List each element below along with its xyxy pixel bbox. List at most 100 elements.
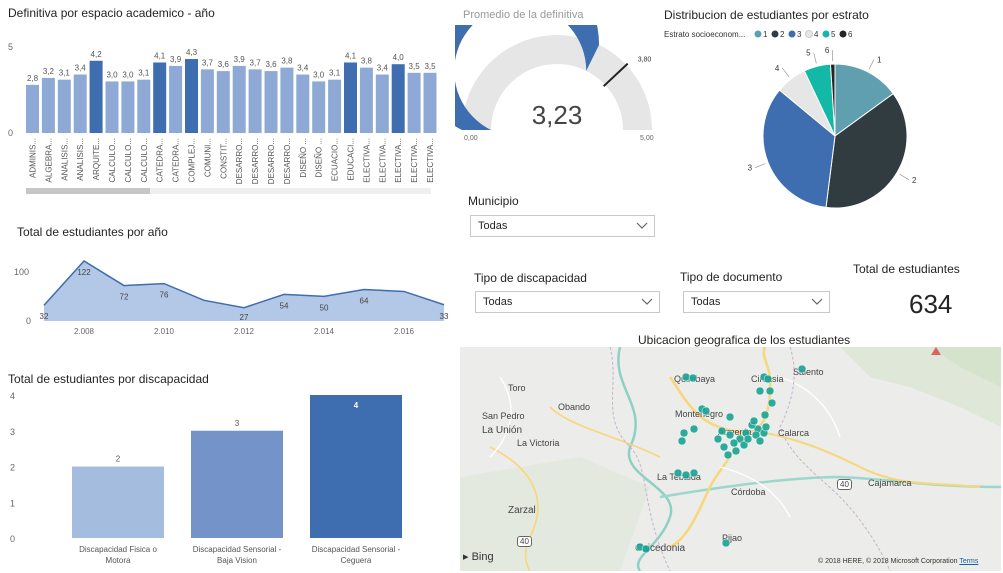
bar-value-label: 3,0 (313, 70, 325, 79)
x-tick-label: DESARRO... (283, 138, 292, 184)
bar-value-label: 3,5 (424, 62, 436, 71)
bar-chart[interactable]: 0 5 2,8 ADMINIS... 3,2 ALGEBRA... 3,1 ANALISIS.… (0, 20, 452, 200)
pie-leader-line (899, 173, 910, 181)
bar-value-label: 3,1 (138, 69, 150, 78)
bar (73, 74, 87, 133)
gauge-min-label: 0,00 (464, 135, 478, 142)
bar-value-label: 4,1 (345, 51, 357, 60)
bar-value-label: 3,1 (329, 69, 341, 78)
bar-value-label: 3,7 (250, 58, 262, 67)
bing-brand: Bing (471, 551, 494, 563)
map-point (760, 410, 770, 420)
x-tick-label: CALCULO... (124, 138, 133, 182)
map-point (797, 364, 807, 374)
area-chart[interactable]: 100 0 32 122 72 76 27 54 50 64 33 2.008 2.010 2.012 2.… (0, 245, 455, 345)
terms-link[interactable]: Terms (959, 558, 978, 565)
x-tick-label: 2.010 (154, 327, 175, 336)
discapacidad-slicer-label: Tipo de discapacidad (474, 271, 587, 285)
map-attribution: © 2018 HERE, © 2018 Microsoft Corporatio… (818, 558, 978, 565)
gauge-title: Promedio de la definitiva (463, 9, 584, 21)
bar-value-label: 3,8 (361, 57, 373, 66)
x-tick-label: 2.008 (74, 327, 95, 336)
pie-chart[interactable]: Estrato socioeconom... 1 2 3 4 5 612345 6 (660, 25, 1000, 215)
bar (375, 74, 389, 133)
x-tick-label: Discapacidad Sensorial - (312, 545, 401, 554)
y-tick-label: 0 (8, 128, 13, 138)
gauge-value: 3,23 (532, 100, 583, 130)
x-tick-label: ELECTIVA... (410, 138, 419, 183)
x-tick-label: ELECTIVA... (362, 138, 371, 183)
bar-value-label: 3,6 (265, 60, 277, 69)
x-tick-label: CALCULO... (108, 138, 117, 182)
x-tick-label: ARQUITE... (92, 138, 101, 180)
x-tick-label: DESARRO... (235, 138, 244, 184)
bar (137, 79, 151, 133)
bar-value-label: 4,2 (91, 50, 103, 59)
bar (57, 79, 71, 133)
disability-chart[interactable]: 0 1 2 3 4 2 Discapacidad Fisica o Motora 3 Discap… (0, 385, 455, 573)
gauge-chart[interactable]: 3,80 3,23 0,00 5,00 (455, 25, 660, 150)
bar-value-label: 3,8 (281, 57, 293, 66)
map-points (635, 364, 807, 554)
pie-leader-line (754, 163, 766, 168)
map-point (717, 426, 727, 436)
map-point (673, 468, 683, 478)
scrollbar-thumb (26, 188, 150, 194)
y-tick-label: 0 (10, 534, 15, 544)
map-point (679, 428, 689, 438)
disability-chart-title: Total de estudiantes por discapacidad (8, 372, 209, 386)
bar-value-label: 2,8 (27, 74, 39, 83)
pie-legend-swatch (788, 30, 796, 38)
municipio-slicer-label: Municipio (468, 194, 519, 208)
pie-legend-label: 1 (763, 30, 768, 39)
map-point (731, 446, 741, 456)
x-tick-label: ELECTIVA... (378, 138, 387, 183)
map-point (701, 406, 711, 416)
map-point (688, 373, 698, 383)
map-point (689, 424, 699, 434)
area-chart-title: Total de estudiantes por año (17, 225, 168, 239)
bar-value-label: 3,1 (59, 69, 71, 78)
x-tick-label: ANALISIS... (60, 138, 69, 181)
bar (26, 84, 39, 133)
bar (89, 60, 103, 134)
documento-dropdown[interactable]: Todas (683, 291, 830, 313)
bar-value-label: 3,2 (43, 67, 55, 76)
bar-value-label: 3,4 (297, 64, 309, 73)
x-tick-label: CONSTIT... (219, 138, 228, 179)
chevron-down-icon (641, 298, 653, 305)
gauge-max-label: 5,00 (640, 135, 654, 142)
municipio-dropdown[interactable]: Todas (470, 215, 655, 237)
map[interactable]: Quimbaya Circasia Salento Toro Obando Sa… (460, 347, 1001, 571)
bar-value-label: 3,5 (409, 62, 421, 71)
x-tick-label: CATEDRA... (172, 138, 181, 182)
bar-value-label: 3,4 (377, 64, 389, 73)
bar (105, 81, 119, 133)
map-point (743, 434, 753, 444)
map-point (713, 434, 723, 444)
discapacidad-dropdown[interactable]: Todas (475, 291, 660, 313)
x-tick-label: ECUACIO... (331, 138, 340, 181)
documento-slicer-label: Tipo de documento (680, 270, 783, 284)
map-point (755, 436, 765, 446)
pie-legend-label: 5 (831, 30, 836, 39)
y-tick-label: 2 (10, 463, 15, 473)
card-title: Total de estudiantes (853, 262, 960, 276)
bar (216, 71, 230, 133)
pie-leader-line (782, 67, 790, 77)
y-tick-label: 5 (8, 42, 13, 52)
x-tick-label: Discapacidad Fisica o (79, 545, 157, 554)
data-label: 64 (360, 296, 369, 305)
pie-legend-label: 2 (780, 30, 785, 39)
bar-value-label: 3,6 (218, 60, 230, 69)
pie-legend-label: 4 (814, 30, 819, 39)
attribution-text: © 2018 HERE, © 2018 Microsoft Corporatio… (818, 558, 958, 565)
x-tick-label: COMUNI... (203, 138, 212, 177)
bar (423, 72, 437, 133)
pie-slice-label: 5 (806, 49, 811, 58)
data-label: 32 (40, 312, 49, 321)
x-tick-label: Baja Vision (217, 556, 257, 565)
bar (264, 71, 278, 133)
map-point (729, 438, 739, 448)
x-tick-label: EDUCACI... (347, 138, 356, 181)
